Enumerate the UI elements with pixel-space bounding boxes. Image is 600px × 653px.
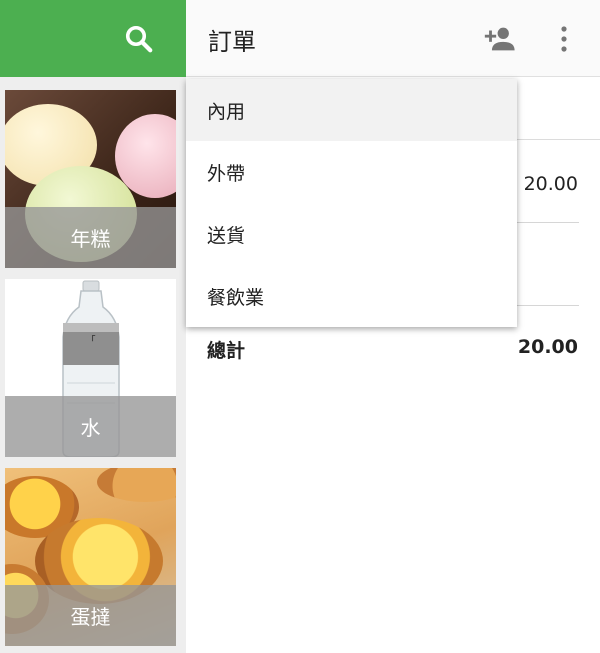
order-type-menu: 內用 外帶 送貨 餐飲業 <box>186 79 517 327</box>
app-bar: 訂單 <box>186 0 600 77</box>
search-icon[interactable] <box>121 21 157 57</box>
product-tile-water[interactable]: 「 水 <box>5 279 176 457</box>
more-vert-icon[interactable] <box>550 22 578 56</box>
page-title: 訂單 <box>208 28 256 56</box>
product-tile-mochi[interactable]: 年糕 <box>5 90 176 268</box>
menu-item-catering[interactable]: 餐飲業 <box>186 265 517 327</box>
total-label: 總計 <box>207 340 246 362</box>
product-label: 蛋撻 <box>5 585 176 646</box>
product-label: 水 <box>5 396 176 457</box>
menu-item-delivery[interactable]: 送貨 <box>186 203 517 265</box>
menu-item-dine-in[interactable]: 內用 <box>186 79 517 141</box>
product-label: 年糕 <box>5 207 176 268</box>
line-item-price: 20.00 <box>523 173 578 195</box>
add-person-icon[interactable] <box>482 22 516 56</box>
product-tile-egg-tart[interactable]: 蛋撻 <box>5 468 176 646</box>
total-value: 20.00 <box>517 336 578 358</box>
product-panel-header <box>0 0 186 77</box>
menu-item-takeout[interactable]: 外帶 <box>186 141 517 203</box>
svg-text:「: 「 <box>86 335 95 346</box>
product-panel: 年糕 「 水 蛋撻 <box>0 0 186 653</box>
